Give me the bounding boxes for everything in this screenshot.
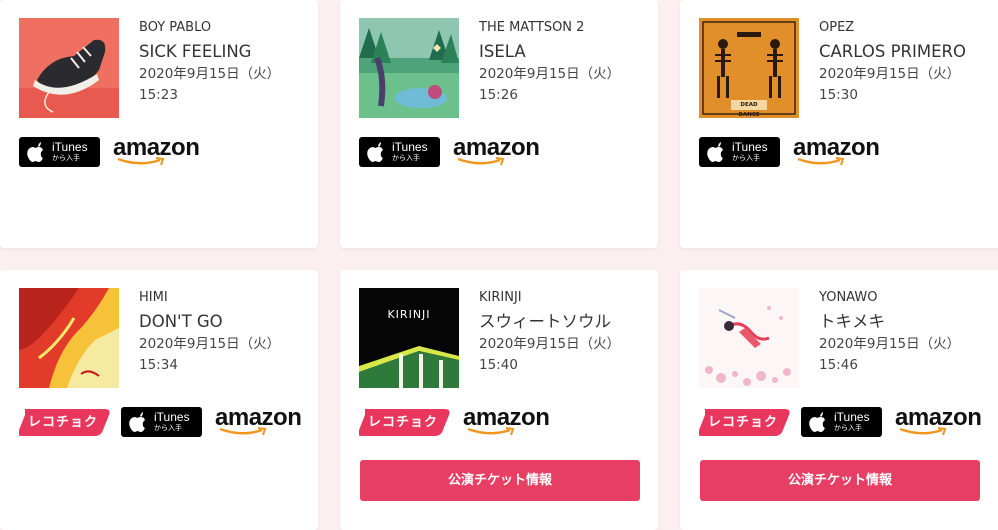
apple-icon bbox=[27, 142, 43, 162]
album-art-text: DEAD DANCE bbox=[738, 102, 760, 118]
album-art[interactable] bbox=[19, 288, 119, 388]
air-time: 15:23 bbox=[139, 87, 178, 103]
apple-icon bbox=[367, 142, 383, 162]
air-date: 2020年9月15日（火） bbox=[479, 66, 621, 82]
itunes-sublabel: から入手 bbox=[154, 424, 182, 432]
recochoku-button[interactable]: レコチョク bbox=[359, 409, 451, 436]
itunes-button[interactable]: iTunes から入手 bbox=[19, 137, 100, 167]
artist-name[interactable]: YONAWO bbox=[819, 289, 960, 307]
artist-name[interactable]: KIRINJI bbox=[479, 289, 620, 307]
song-title[interactable]: スウィートソウル bbox=[479, 310, 620, 334]
album-art[interactable] bbox=[359, 18, 459, 118]
release-meta: KIRINJI スウィートソウル 2020年9月15日（火） 15:40 bbox=[479, 289, 620, 376]
air-date: 2020年9月15日（火） bbox=[819, 66, 961, 82]
release-card: HIMI DON'T GO 2020年9月15日（火） 15:34 レコチョク … bbox=[0, 270, 318, 530]
amazon-button[interactable]: amazon bbox=[453, 134, 540, 167]
artist-name[interactable]: THE MATTSON 2 bbox=[479, 19, 620, 37]
recochoku-label: レコチョク bbox=[367, 415, 438, 430]
itunes-label: iTunes bbox=[52, 140, 88, 154]
album-art[interactable] bbox=[699, 288, 799, 388]
amazon-button[interactable]: amazon bbox=[113, 134, 200, 167]
amazon-smile-icon bbox=[219, 427, 267, 436]
release-card: DEAD DANCE OPEZ CARLOS PRIMERO 2020年9月15… bbox=[680, 0, 998, 248]
song-title[interactable]: ISELA bbox=[479, 40, 620, 64]
amazon-button[interactable]: amazon bbox=[793, 134, 880, 167]
song-title[interactable]: トキメキ bbox=[819, 310, 960, 334]
itunes-button[interactable]: iTunes から入手 bbox=[801, 407, 882, 437]
release-card: THE MATTSON 2 ISELA 2020年9月15日（火） 15:26 … bbox=[340, 0, 658, 248]
song-title[interactable]: CARLOS PRIMERO bbox=[819, 40, 966, 64]
song-title[interactable]: SICK FEELING bbox=[139, 40, 280, 64]
release-card: YONAWO トキメキ 2020年9月15日（火） 15:46 レコチョク iT… bbox=[680, 270, 998, 530]
recochoku-label: レコチョク bbox=[707, 415, 778, 430]
release-meta: YONAWO トキメキ 2020年9月15日（火） 15:46 bbox=[819, 289, 960, 376]
itunes-sublabel: から入手 bbox=[52, 154, 80, 162]
itunes-button[interactable]: iTunes から入手 bbox=[699, 137, 780, 167]
itunes-button[interactable]: iTunes から入手 bbox=[121, 407, 202, 437]
album-art[interactable]: DEAD DANCE bbox=[699, 18, 799, 118]
amazon-smile-icon bbox=[457, 157, 505, 166]
itunes-label: iTunes bbox=[154, 410, 190, 424]
ticket-info-button[interactable]: 公演チケット情報 bbox=[700, 460, 980, 501]
amazon-button[interactable]: amazon bbox=[895, 404, 982, 437]
itunes-sublabel: から入手 bbox=[392, 154, 420, 162]
release-card: BOY PABLO SICK FEELING 2020年9月15日（火） 15:… bbox=[0, 0, 318, 248]
air-time: 15:46 bbox=[819, 357, 858, 373]
air-time: 15:30 bbox=[819, 87, 858, 103]
recochoku-button[interactable]: レコチョク bbox=[699, 409, 791, 436]
artist-name[interactable]: HIMI bbox=[139, 289, 280, 307]
itunes-label: iTunes bbox=[732, 140, 768, 154]
artist-name[interactable]: OPEZ bbox=[819, 19, 966, 37]
amazon-smile-icon bbox=[467, 427, 515, 436]
amazon-smile-icon bbox=[117, 157, 165, 166]
release-card: KIRINJI KIRINJI スウィートソウル 2020年9月15日（火） 1… bbox=[340, 270, 658, 530]
song-title[interactable]: DON'T GO bbox=[139, 310, 280, 334]
amazon-smile-icon bbox=[899, 427, 947, 436]
amazon-button[interactable]: amazon bbox=[215, 404, 302, 437]
release-meta: THE MATTSON 2 ISELA 2020年9月15日（火） 15:26 bbox=[479, 19, 620, 106]
itunes-button[interactable]: iTunes から入手 bbox=[359, 137, 440, 167]
air-date: 2020年9月15日（火） bbox=[819, 336, 961, 352]
apple-icon bbox=[809, 412, 825, 432]
album-art[interactable] bbox=[19, 18, 119, 118]
amazon-button[interactable]: amazon bbox=[463, 404, 550, 437]
itunes-sublabel: から入手 bbox=[732, 154, 760, 162]
air-time: 15:34 bbox=[139, 357, 178, 373]
recochoku-label: レコチョク bbox=[27, 415, 98, 430]
album-art-text: KIRINJI bbox=[387, 308, 431, 321]
amazon-smile-icon bbox=[797, 157, 845, 166]
apple-icon bbox=[707, 142, 723, 162]
release-meta: BOY PABLO SICK FEELING 2020年9月15日（火） 15:… bbox=[139, 19, 280, 106]
apple-icon bbox=[129, 412, 145, 432]
release-meta: OPEZ CARLOS PRIMERO 2020年9月15日（火） 15:30 bbox=[819, 19, 966, 106]
air-time: 15:40 bbox=[479, 357, 518, 373]
itunes-label: iTunes bbox=[392, 140, 428, 154]
ticket-info-button[interactable]: 公演チケット情報 bbox=[360, 460, 640, 501]
air-date: 2020年9月15日（火） bbox=[479, 336, 621, 352]
recochoku-button[interactable]: レコチョク bbox=[19, 409, 111, 436]
release-meta: HIMI DON'T GO 2020年9月15日（火） 15:34 bbox=[139, 289, 280, 376]
album-art[interactable]: KIRINJI bbox=[359, 288, 459, 388]
artist-name[interactable]: BOY PABLO bbox=[139, 19, 280, 37]
air-time: 15:26 bbox=[479, 87, 518, 103]
itunes-sublabel: から入手 bbox=[834, 424, 862, 432]
air-date: 2020年9月15日（火） bbox=[139, 66, 281, 82]
itunes-label: iTunes bbox=[834, 410, 870, 424]
air-date: 2020年9月15日（火） bbox=[139, 336, 281, 352]
